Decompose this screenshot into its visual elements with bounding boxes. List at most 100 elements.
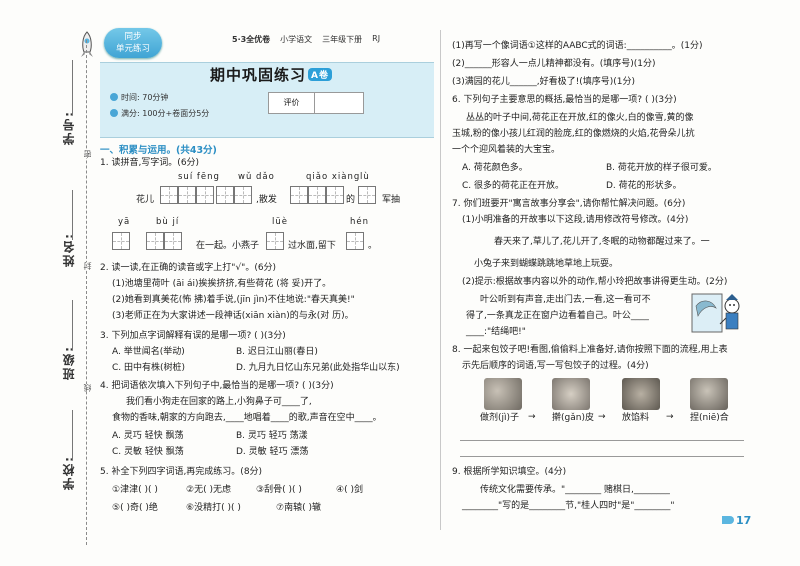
q5-title: 5. 补全下列四字词语,再完成练习。(8分) — [100, 467, 263, 477]
q8-step-1: 做剂(jì)子 — [480, 413, 520, 423]
seal-line — [86, 40, 87, 545]
q5-item-5[interactable]: ⑤( )奇( )绝 — [112, 502, 158, 515]
q6-option-d[interactable]: D. 荷花的形状多。 — [606, 180, 682, 193]
q2-line-3: (3)老师正在为大家讲述一段神话(xiān xiàn)的与永(对 历)。 — [112, 311, 354, 321]
q3-option-c[interactable]: C. 田中有株(树桩) — [112, 362, 185, 375]
q6-title: 6. 下列句子主要意思的概括,最恰当的是哪一项? ( )(3分) — [452, 95, 677, 105]
rocket-icon — [81, 31, 93, 57]
unit-badge: 同步 单元练习 — [104, 28, 162, 64]
q1-pinyin-2: wǔ dǎo — [238, 172, 275, 182]
title-badge: A卷 — [308, 68, 332, 81]
q5-item-2[interactable]: ②无( )无虑 — [186, 484, 231, 497]
q5-item-1[interactable]: ①津津( )( ) — [112, 484, 158, 497]
q6-text-2: 玉城,粉的像小孩儿红润的脸庞,红的像燃烧的火焰,花骨朵儿抗 — [452, 129, 695, 139]
badge-line2: 单元练习 — [115, 44, 150, 54]
q4-title: 4. 把词语依次填入下列句子中,最恰当的是哪一项? ( )(3分) — [100, 381, 334, 391]
label-student-id: 学号: — [62, 110, 76, 145]
name-field[interactable] — [72, 190, 73, 240]
score-info: 满分: 100分+卷面分5分 — [110, 108, 209, 119]
q7-sub-1: (1)小明准备的开故事以下这段,请用修改符号修改。(4分) — [462, 215, 689, 225]
mark-xian: 线 — [82, 384, 93, 392]
q3-option-d[interactable]: D. 九月九日忆山东兄弟(此处指华山以东) — [236, 362, 400, 375]
q1-grid-8[interactable] — [346, 232, 364, 250]
q5-item-3[interactable]: ③刮骨( )( ) — [256, 484, 302, 497]
q8-text: 示先后顺序的词语,写一写包饺子的过程。(4分) — [462, 361, 649, 371]
q9-line-2: ________"写的是________节,"桂人四时"是"________" — [462, 501, 675, 511]
q7-quote-2: 小兔子来到蝴蝶跳跳地草地上玩耍。 — [474, 259, 619, 269]
q2-line-2: (2)她看到真美花(怖 拂)着手说,(jīn jìn)不住地说:"春天真美!" — [112, 295, 355, 305]
time-info: 时间: 70分钟 — [110, 92, 168, 103]
q6-option-c[interactable]: C. 很多的荷花正在开放。 — [462, 180, 564, 193]
q1-text-de: 的 — [346, 195, 356, 205]
q6-text-3: 一个个迎风着装的大宝宝。 — [452, 145, 561, 155]
label-school: 学校: — [62, 455, 76, 490]
r-sub-2: (2)______形容人一点儿精神都没有。(填序号)(1分) — [452, 59, 656, 69]
q4-option-d[interactable]: D. 灵敏 轻巧 漂荡 — [236, 446, 308, 459]
q1-grid-3[interactable] — [290, 186, 344, 204]
cartoon-illustration — [691, 293, 740, 333]
dumpling-photo-4 — [690, 378, 728, 410]
q1-grid-6[interactable] — [146, 232, 182, 250]
q8-answer-line-1[interactable] — [460, 440, 744, 441]
page-number: 17 — [722, 514, 751, 527]
q6-option-a[interactable]: A. 荷花颜色多。 — [462, 162, 528, 175]
q7-title: 7. 你们班要开"寓言故事分享会",请你帮忙解决问题。(6分) — [452, 199, 686, 209]
arrow-icon-1: → — [528, 412, 536, 422]
q4-option-a[interactable]: A. 灵巧 轻快 飘荡 — [112, 430, 183, 443]
q1-pinyin-1: suí fēng — [178, 172, 220, 182]
q4-line-1: 我们看小狗走在回家的路上,小狗鼻子可____了, — [126, 397, 312, 407]
badge-line1: 同步 — [124, 32, 142, 42]
q5-item-4[interactable]: ④( )剑 — [336, 484, 363, 497]
q5-item-7[interactable]: ⑦南辕( )辙 — [276, 502, 321, 515]
q6-text-1: 丛丛的叶子中间,荷花正在开放,红的像火,白的像雪,黄的像 — [466, 113, 694, 123]
q1-grid-4[interactable] — [358, 186, 376, 204]
class-field[interactable] — [72, 300, 73, 350]
q1-pinyin-6: bù jí — [156, 217, 180, 227]
r-sub-3: (3)满园的花儿______,好看极了!(填序号)(1分) — [452, 77, 635, 87]
binding-strip: 学号: 姓名: 班级: 学校: 密 封 线 — [0, 0, 96, 566]
check-icon — [110, 109, 118, 117]
mark-mi: 密 — [82, 150, 93, 158]
q1-grid-5[interactable] — [112, 232, 130, 250]
q5-item-6[interactable]: ⑥没精打( )( ) — [186, 502, 241, 515]
q4-option-c[interactable]: C. 灵敏 轻快 飘荡 — [112, 446, 184, 459]
column-divider — [440, 30, 441, 530]
arrow-icon-3: → — [666, 412, 674, 422]
evaluation-label: 评价 — [269, 93, 315, 113]
q1-text-san: ,散发 — [256, 195, 277, 205]
clock-icon — [110, 93, 118, 101]
q8-answer-line-2[interactable] — [460, 456, 744, 457]
evaluation-box: 评价 — [268, 92, 364, 114]
page-title: 期中巩固练习 A卷 — [210, 64, 332, 85]
q1-pinyin-7: lüè — [272, 217, 288, 227]
q1-grid-1[interactable] — [160, 186, 214, 204]
q6-option-b[interactable]: B. 荷花开放的样子很可爱。 — [606, 162, 717, 175]
label-class: 班级: — [62, 345, 76, 380]
q1-pinyin-4: lù — [360, 172, 370, 182]
label-name: 姓名: — [62, 232, 76, 267]
q4-option-b[interactable]: B. 灵巧 轻巧 荡漾 — [236, 430, 308, 443]
school-field[interactable] — [72, 410, 73, 460]
q1-text-flower: 花儿 — [136, 195, 155, 205]
grade: 三年级下册 — [322, 35, 363, 44]
q8-title: 8. 一起来包饺子吧!看图,偷偷料上准备好,请你按照下面的流程,用上表 — [452, 345, 728, 355]
q1-pinyin-3: qiǎo xiàng — [306, 172, 361, 182]
series-name: 5·3全优卷 — [232, 35, 271, 44]
q7-dialog-3: ____:"结绳吧!" — [466, 327, 526, 337]
series-header: 5·3全优卷 小学语文 三年级下册 RJ — [232, 34, 432, 45]
q4-line-2: 食物的香味,朝家的方向跑去,____地唱着____的歌,声音在空中____。 — [112, 413, 382, 423]
q3-option-b[interactable]: B. 迟日江山丽(春日) — [236, 346, 318, 359]
dumpling-photo-2 — [552, 378, 590, 410]
student-id-field[interactable] — [72, 60, 73, 115]
q1-text-water: 过水面,留下 — [288, 241, 336, 251]
q1-pinyin-8: hén — [350, 217, 370, 227]
q1-text-jun: 军抽 — [382, 195, 401, 205]
evaluation-field[interactable] — [315, 93, 363, 113]
q9-title: 9. 根据所学知识填空。(4分) — [452, 467, 567, 477]
q8-step-4: 捏(niē)合 — [690, 413, 729, 423]
q7-dialog-1: 叶公听到有声音,走出门去,一看,这一看可不 — [480, 295, 651, 305]
q3-option-a[interactable]: A. 举世闻名(举动) — [112, 346, 185, 359]
q1-grid-7[interactable] — [266, 232, 284, 250]
q1-grid-2[interactable] — [216, 186, 252, 204]
q1-title: 1. 读拼音,写字词。(6分) — [100, 158, 200, 168]
